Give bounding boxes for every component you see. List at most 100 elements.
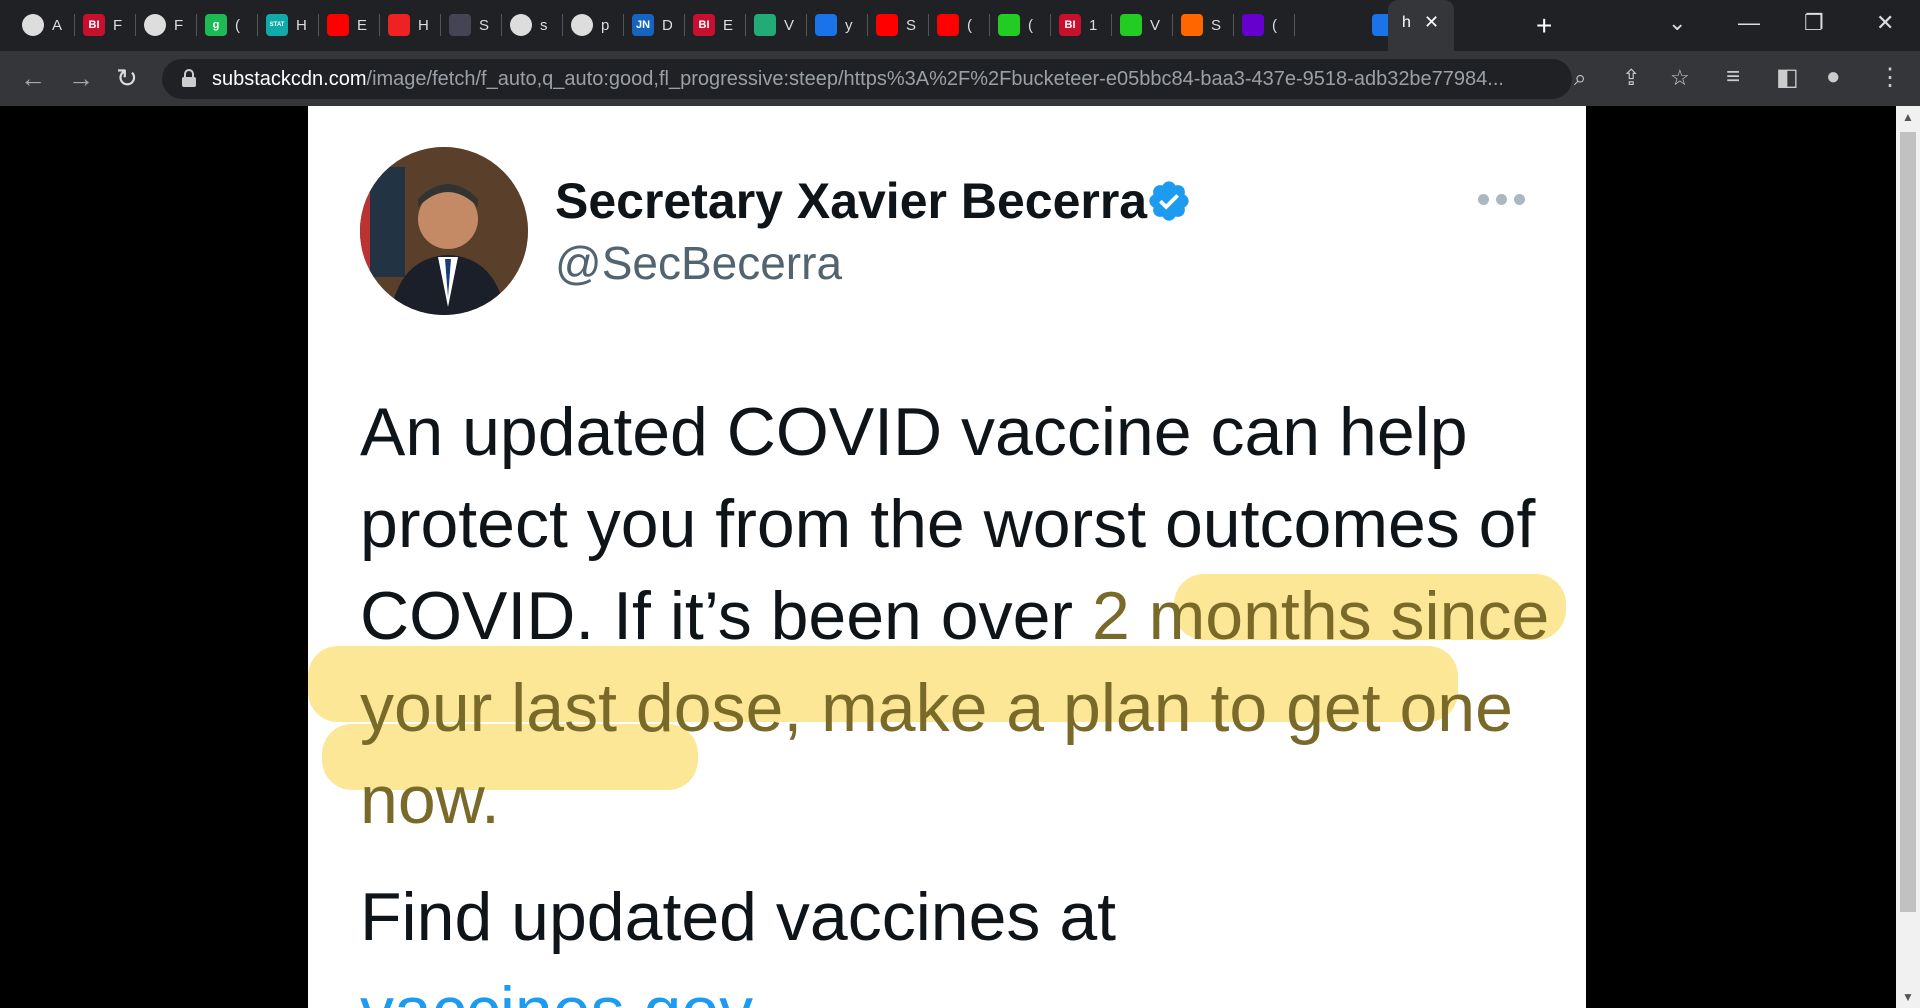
forward-icon[interactable]: →: [68, 63, 94, 94]
mail-icon: [1242, 14, 1264, 36]
back-icon[interactable]: ←: [20, 63, 46, 94]
tab-title: A: [52, 16, 62, 34]
restore-icon[interactable]: ❐: [1804, 10, 1824, 36]
tab-separator: [745, 14, 746, 36]
browser-tab[interactable]: g(: [205, 8, 245, 42]
address-bar[interactable]: substackcdn.com/image/fetch/f_auto,q_aut…: [162, 59, 1690, 99]
tab-title: H: [418, 16, 428, 34]
browser-tab[interactable]: S: [449, 8, 489, 42]
browser-tab[interactable]: S: [1181, 8, 1221, 42]
side-panel-icon[interactable]: ◧: [1776, 63, 1799, 92]
tab-title: E: [357, 16, 367, 34]
g-icon: g: [205, 14, 227, 36]
tweet-body: An updated COVID vaccine can help protec…: [360, 386, 1560, 846]
tab-title: E: [723, 16, 733, 34]
browser-tab[interactable]: V: [1120, 8, 1160, 42]
vaccines-link[interactable]: vaccines.gov: [360, 972, 753, 1008]
close-window-icon[interactable]: ✕: [1876, 10, 1894, 36]
tab-title: h: [1402, 14, 1411, 31]
tab-separator: [623, 14, 624, 36]
browser-tab[interactable]: (: [937, 8, 977, 42]
tab-title: S: [906, 16, 916, 34]
reload-icon[interactable]: ↻: [116, 63, 138, 94]
globe-icon: [144, 14, 166, 36]
stat-icon: STAT: [266, 14, 288, 36]
browser-tab[interactable]: BI 1: [1059, 8, 1099, 42]
tab-separator: [1111, 14, 1112, 36]
browser-tab[interactable]: A: [22, 8, 62, 42]
url-path: /image/fetch/f_auto,q_auto:good,fl_progr…: [366, 68, 1502, 90]
tab-separator: [928, 14, 929, 36]
tab-title: (: [967, 16, 972, 34]
browser-tab[interactable]: S: [876, 8, 916, 42]
tab-title: y: [845, 16, 853, 34]
tab-separator: [379, 14, 380, 36]
tab-title: V: [784, 16, 794, 34]
search-icon: [815, 14, 837, 36]
tab-title: (: [1028, 16, 1033, 34]
browser-tab[interactable]: JN D: [632, 8, 672, 42]
tree-icon: [754, 14, 776, 36]
globe-icon: [571, 14, 593, 36]
tab-search-icon[interactable]: ⌄: [1668, 10, 1686, 36]
tab-separator: [1233, 14, 1234, 36]
podcast-icon: [388, 14, 410, 36]
scroll-thumb[interactable]: [1900, 132, 1916, 912]
play-icon: [998, 14, 1020, 36]
globe-icon: [22, 14, 44, 36]
scroll-up-icon[interactable]: ▲: [1902, 110, 1914, 124]
profile-icon[interactable]: ●: [1826, 63, 1841, 91]
tab-title: F: [113, 16, 123, 34]
lock-icon[interactable]: [182, 69, 196, 87]
play-icon: [1120, 14, 1142, 36]
tab-title: 1: [1089, 16, 1098, 34]
tab-separator: [74, 14, 75, 36]
browser-tab[interactable]: s: [510, 8, 550, 42]
tab-strip: ABIFFg(STATHEHSspJNDBIEVyS((BI1VS(1h✕+⌄—…: [0, 0, 1920, 51]
avatar: [360, 147, 528, 315]
bookmark-star-icon[interactable]: ☆: [1670, 65, 1690, 91]
more-options-icon[interactable]: [1478, 194, 1525, 205]
tab-title: V: [1150, 16, 1160, 34]
browser-tab[interactable]: y: [815, 8, 855, 42]
browser-toolbar: ← → ↻ substackcdn.com/image/fetch/f_auto…: [0, 51, 1920, 106]
new-tab-button[interactable]: +: [1536, 10, 1552, 42]
browser-tab[interactable]: F: [144, 8, 184, 42]
youtube-icon: [327, 14, 349, 36]
globe-icon: [510, 14, 532, 36]
scrollbar[interactable]: ▲ ▼: [1896, 106, 1920, 1008]
close-tab-icon[interactable]: ✕: [1424, 12, 1439, 33]
browser-tab[interactable]: BI E: [693, 8, 733, 42]
minimize-icon[interactable]: —: [1738, 10, 1760, 36]
jn-icon: JN: [632, 14, 654, 36]
scroll-down-icon[interactable]: ▼: [1902, 990, 1914, 1004]
browser-tab[interactable]: p: [571, 8, 611, 42]
tab-separator: [1050, 14, 1051, 36]
browser-tab[interactable]: E: [327, 8, 367, 42]
tab-title: S: [1211, 16, 1221, 34]
browser-tab[interactable]: (: [1242, 8, 1282, 42]
youtube-icon: [937, 14, 959, 36]
tab-separator: [989, 14, 990, 36]
tab-title: (: [235, 16, 240, 34]
browser-tab[interactable]: (: [998, 8, 1038, 42]
active-tab[interactable]: h ✕: [1388, 0, 1454, 51]
reading-list-icon[interactable]: ≡: [1726, 63, 1740, 91]
zoom-icon[interactable]: ⌕: [1574, 65, 1586, 91]
browser-tab[interactable]: STAT H: [266, 8, 306, 42]
verified-icon: [1149, 181, 1189, 221]
url-host: substackcdn.com: [212, 68, 367, 90]
tab-separator: [867, 14, 868, 36]
tab-separator: [196, 14, 197, 36]
browser-tab[interactable]: H: [388, 8, 428, 42]
arrow-icon: [449, 14, 471, 36]
tab-title: H: [296, 16, 306, 34]
share-icon[interactable]: ⇪: [1622, 65, 1640, 91]
menu-icon[interactable]: ⋮: [1878, 63, 1902, 92]
url-text[interactable]: substackcdn.com/image/fetch/f_auto,q_aut…: [212, 68, 1502, 91]
display-name: Secretary Xavier Becerra: [555, 173, 1148, 229]
bi-icon: BI: [693, 14, 715, 36]
browser-tab[interactable]: BI F: [83, 8, 123, 42]
tab-title: p: [601, 16, 610, 34]
browser-tab[interactable]: V: [754, 8, 794, 42]
